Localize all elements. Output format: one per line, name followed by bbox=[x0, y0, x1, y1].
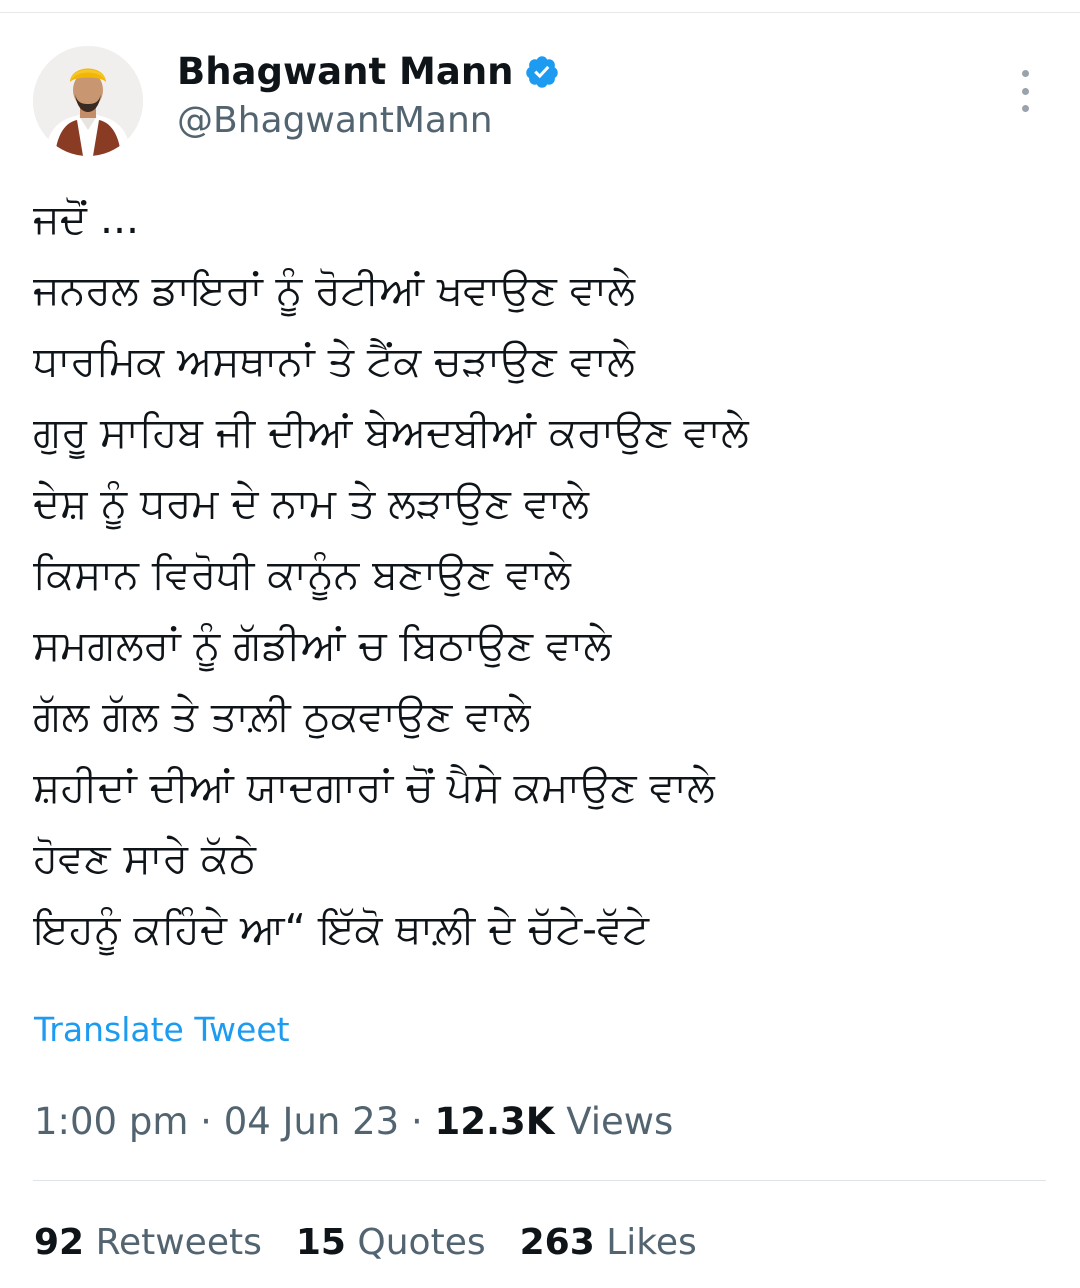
likes-stat[interactable]: 263 Likes bbox=[520, 1222, 697, 1263]
tweet-line: ਇਹਨੂੰ ਕਹਿੰਦੇ ਆ“ ਇੱਕੋ ਥਾਲ਼ੀ ਦੇ ਚੱਟੇ-ਵੱਟੇ bbox=[33, 905, 649, 953]
tweet-line: ਸਮਗਲਰਾਂ ਨੂੰ ਗੱਡੀਆਂ ਚ ਬਿਠਾਉਣ ਵਾਲੇ bbox=[33, 621, 612, 669]
translate-tweet-link[interactable]: Translate Tweet bbox=[34, 1010, 290, 1049]
quotes-stat[interactable]: 15 Quotes bbox=[296, 1222, 486, 1263]
retweets-label: Retweets bbox=[95, 1222, 262, 1263]
avatar-image bbox=[33, 46, 143, 156]
top-divider bbox=[0, 12, 1080, 13]
user-handle[interactable]: @BhagwantMann bbox=[177, 100, 493, 141]
more-dot bbox=[1021, 105, 1029, 112]
tweet-time[interactable]: 1:00 pm bbox=[34, 1100, 188, 1143]
more-dot bbox=[1021, 70, 1029, 77]
views-count: 12.3K bbox=[434, 1100, 555, 1143]
avatar[interactable] bbox=[33, 46, 143, 156]
more-dot bbox=[1021, 87, 1029, 95]
stats-divider bbox=[33, 1180, 1046, 1181]
tweet-line: ਧਾਰਮਿਕ ਅਸਥਾਨਾਂ ਤੇ ਟੈਂਕ ਚੜਾਉਣ ਵਾਲੇ bbox=[33, 337, 635, 385]
more-options-icon[interactable] bbox=[1005, 70, 1045, 112]
tweet-line: ਦੇਸ਼ ਨੂੰ ਧਰਮ ਦੇ ਨਾਮ ਤੇ ਲੜਾਉਣ ਵਾਲੇ bbox=[33, 479, 589, 527]
views-label: Views bbox=[566, 1100, 674, 1143]
tweet-line: ਹੋਵਣ ਸਾਰੇ ਕੱਠੇ bbox=[33, 834, 256, 882]
tweet-line: ਕਿਸਾਨ ਵਿਰੋਧੀ ਕਾਨੂੰਨ ਬਣਾਉਣ ਵਾਲੇ bbox=[33, 550, 571, 598]
tweet-line: ਸ਼ਹੀਦਾਂ ਦੀਆਂ ਯਾਦਗਾਰਾਂ ਚੋਂ ਪੈਸੇ ਕਮਾਉਣ ਵਾਲ… bbox=[33, 763, 715, 811]
retweets-stat[interactable]: 92 Retweets bbox=[34, 1222, 262, 1263]
tweet-text: ਜਦੋਂ ... ਜਨਰਲ ਡਾਇਰਾਂ ਨੂੰ ਰੋਟੀਆਂ ਖਵਾਉਣ ਵਾ… bbox=[33, 184, 1043, 965]
quotes-label: Quotes bbox=[357, 1222, 486, 1263]
likes-label: Likes bbox=[606, 1222, 697, 1263]
tweet-line: ਗੁਰੂ ਸਾਹਿਬ ਜੀ ਦੀਆਂ ਬੇਅਦਬੀਆਂ ਕਰਾਉਣ ਵਾਲੇ bbox=[33, 408, 749, 456]
tweet-line: ਜਨਰਲ ਡਾਇਰਾਂ ਨੂੰ ਰੋਟੀਆਂ ਖਵਾਉਣ ਵਾਲੇ bbox=[33, 266, 635, 314]
tweet-line: ਜਦੋਂ ... bbox=[33, 195, 140, 243]
retweets-count: 92 bbox=[34, 1222, 85, 1263]
meta-separator: · bbox=[410, 1100, 423, 1143]
tweet-line: ਗੱਲ ਗੱਲ ਤੇ ਤਾਲ਼ੀ ਠੁਕਵਾਉਣ ਵਾਲੇ bbox=[33, 692, 531, 740]
verified-badge-icon bbox=[524, 54, 560, 90]
engagement-stats: 92 Retweets 15 Quotes 263 Likes bbox=[34, 1222, 697, 1263]
meta-separator: · bbox=[200, 1100, 212, 1143]
display-name[interactable]: Bhagwant Mann bbox=[177, 50, 514, 93]
tweet-date[interactable]: 04 Jun 23 bbox=[224, 1100, 400, 1143]
tweet-meta: 1:00 pm · 04 Jun 23 · 12.3K Views bbox=[34, 1100, 673, 1143]
likes-count: 263 bbox=[519, 1222, 595, 1263]
quotes-count: 15 bbox=[295, 1222, 346, 1263]
